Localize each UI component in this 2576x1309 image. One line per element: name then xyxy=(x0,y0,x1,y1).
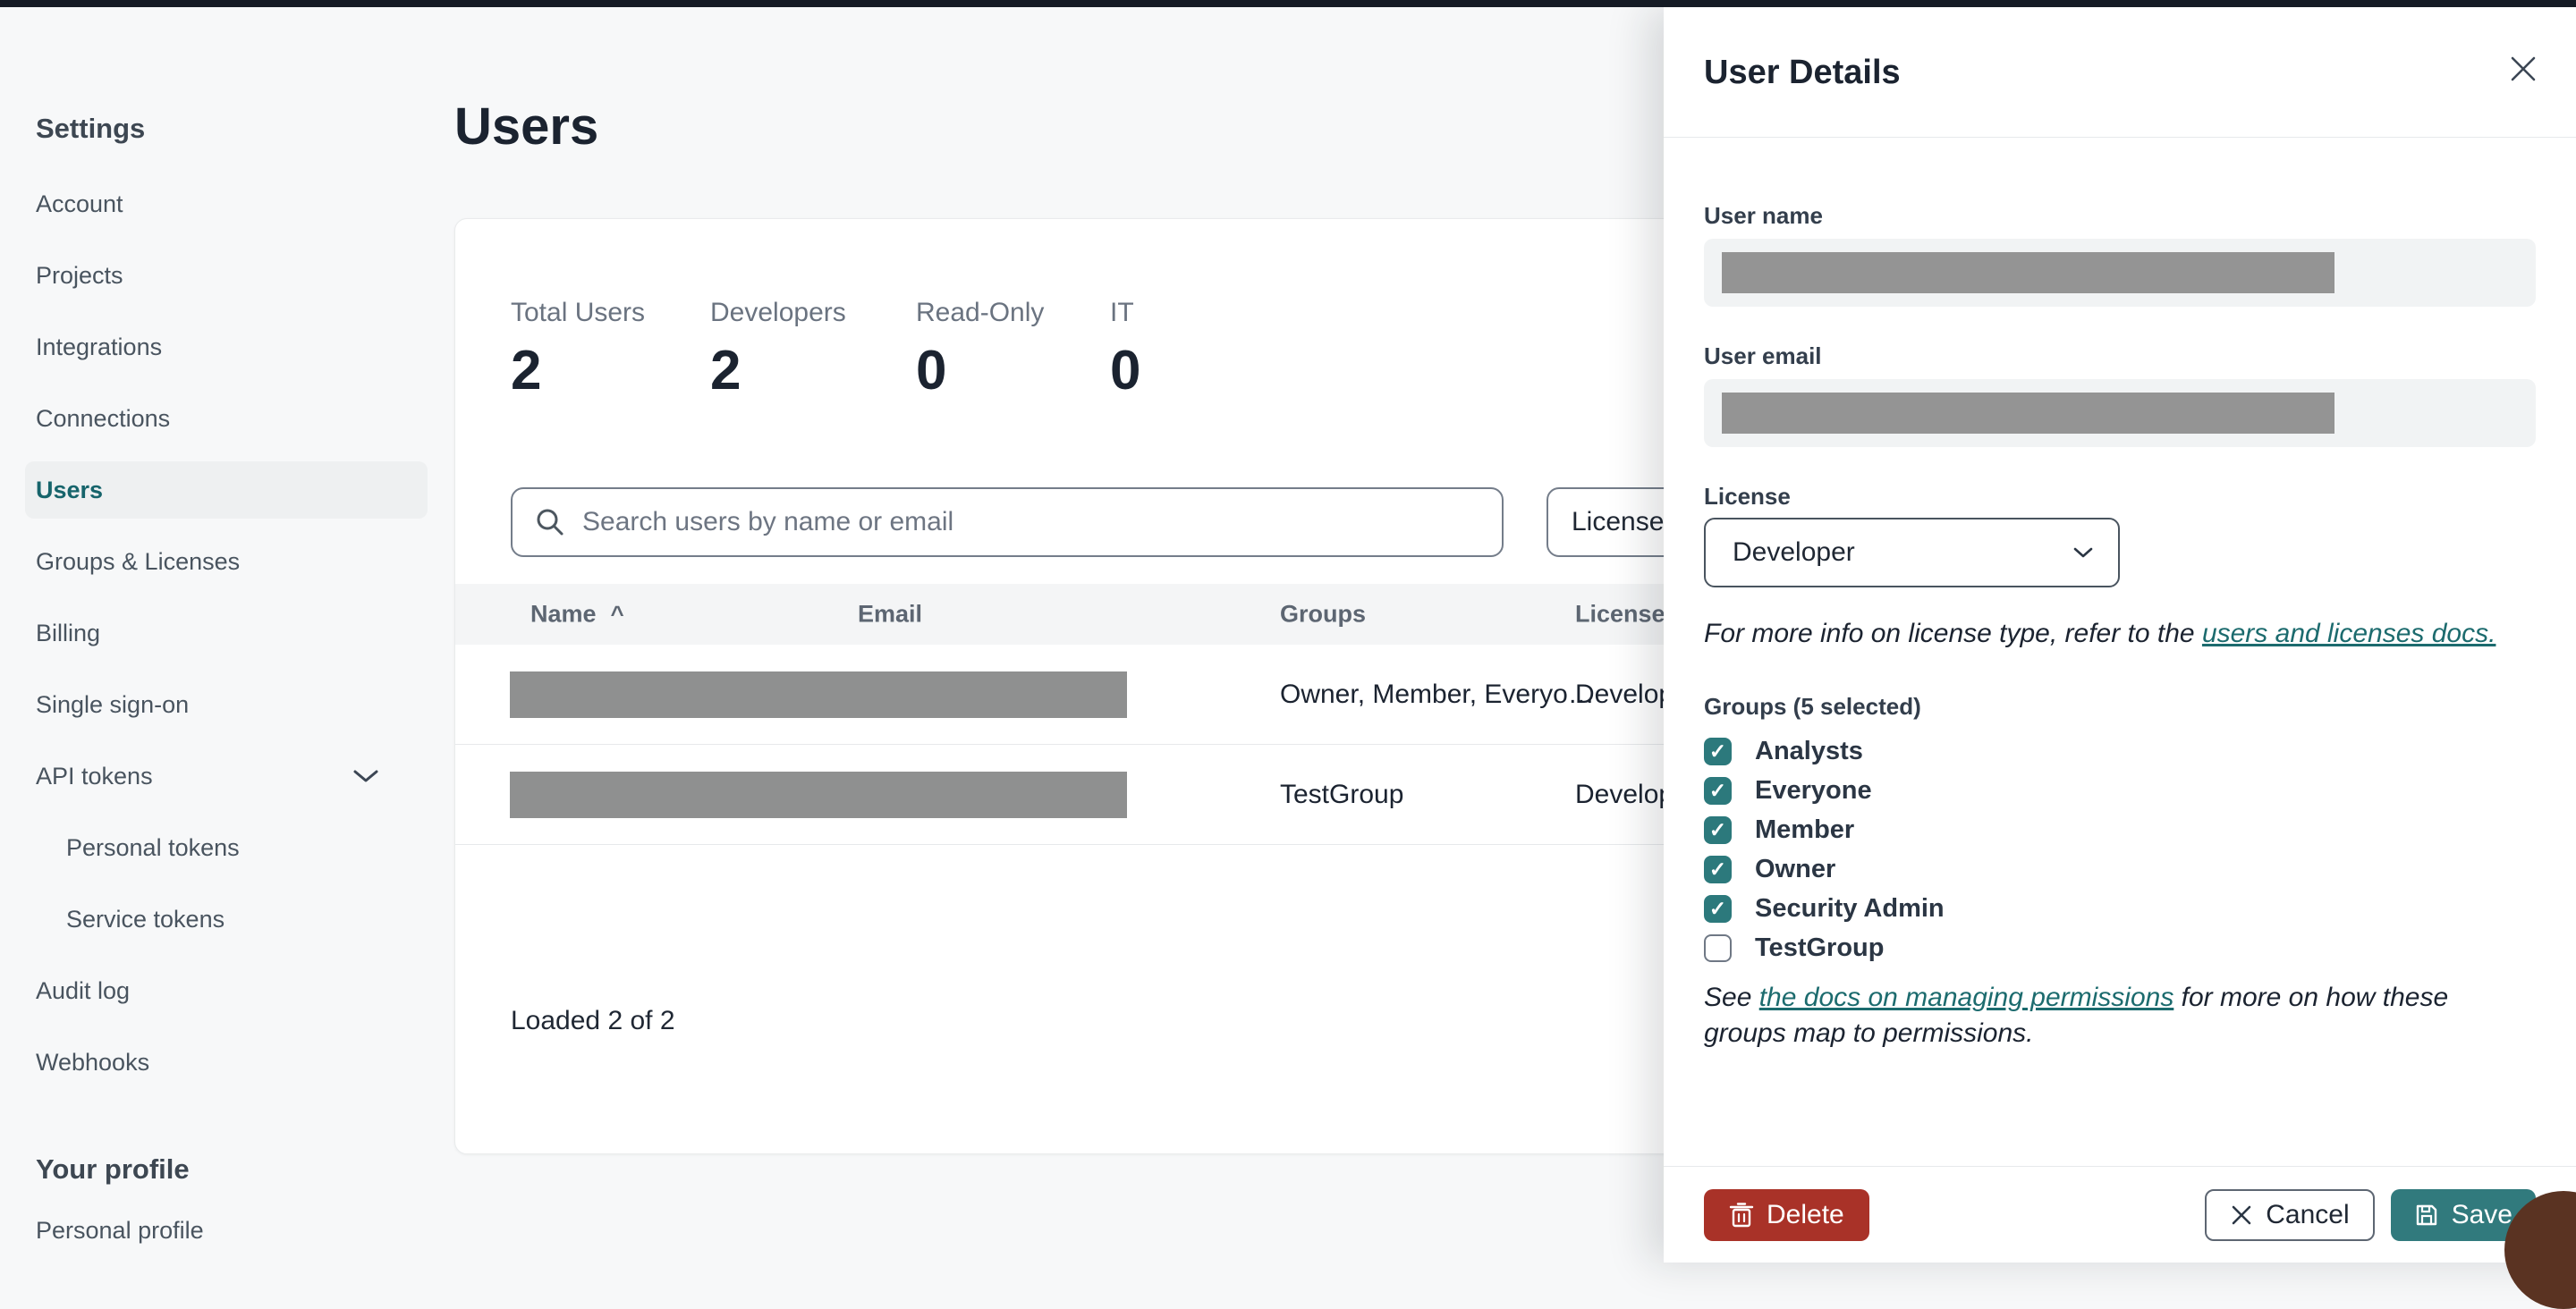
sidebar-item-webhooks[interactable]: Webhooks xyxy=(25,1026,428,1098)
stat-it: IT 0 xyxy=(1110,298,1141,401)
sidebar-profile-heading: Your profile xyxy=(36,1153,190,1185)
license-note: For more info on license type, refer to … xyxy=(1704,619,2496,648)
search-users-box xyxy=(511,487,1504,557)
panel-title: User Details xyxy=(1704,54,1901,91)
managing-permissions-docs-link[interactable]: the docs on managing permissions xyxy=(1759,983,2174,1012)
sidebar-item-billing[interactable]: Billing xyxy=(25,597,428,669)
sidebar-item-groups-licenses[interactable]: Groups & Licenses xyxy=(25,526,428,597)
checkbox[interactable]: ✓ xyxy=(1704,815,1732,844)
sidebar-item-personal-profile[interactable]: Personal profile xyxy=(25,1195,428,1266)
sort-asc-icon: ^ xyxy=(610,600,624,628)
user-name-field[interactable] xyxy=(1704,239,2536,307)
group-checkbox-analysts[interactable]: ✓ Analysts xyxy=(1704,731,2536,771)
group-checkbox-member[interactable]: ✓ Member xyxy=(1704,810,2536,849)
page-title: Users xyxy=(454,97,599,156)
license-label: License xyxy=(1704,483,1791,510)
column-header-name[interactable]: Name ^ xyxy=(530,601,624,629)
column-header-groups[interactable]: Groups xyxy=(1280,601,1366,629)
chevron-down-icon xyxy=(352,768,379,784)
sidebar-settings-heading: Settings xyxy=(36,113,146,144)
column-header-email[interactable]: Email xyxy=(858,601,922,629)
group-checkbox-list: ✓ Analysts ✓ Everyone ✓ Member ✓ Owner ✓… xyxy=(1704,731,2536,967)
user-email-field[interactable] xyxy=(1704,379,2536,447)
stat-total-users: Total Users 2 xyxy=(511,298,646,401)
save-icon xyxy=(2416,1204,2436,1225)
stat-developers: Developers 2 xyxy=(710,298,846,401)
column-header-license[interactable]: License xyxy=(1575,601,1665,629)
redacted-name-email xyxy=(510,671,1127,718)
permissions-note: See the docs on managing permissions for… xyxy=(1704,983,2449,1048)
load-status: Loaded 2 of 2 xyxy=(511,1006,675,1035)
search-users-input[interactable] xyxy=(582,507,1480,537)
row-groups-cell: TestGroup xyxy=(1280,779,1404,809)
sidebar-item-service-tokens[interactable]: Service tokens xyxy=(25,883,428,955)
checkbox[interactable]: ✓ xyxy=(1704,855,1732,883)
checkbox[interactable]: ✓ xyxy=(1704,776,1732,805)
sidebar-item-single-sign-on[interactable]: Single sign-on xyxy=(25,669,428,740)
sidebar-item-users[interactable]: Users xyxy=(25,461,428,519)
group-checkbox-testgroup[interactable]: ✓ TestGroup xyxy=(1704,928,2536,967)
check-icon: ✓ xyxy=(1708,857,1727,881)
sidebar-item-account[interactable]: Account xyxy=(25,168,428,240)
top-bar xyxy=(0,0,2576,7)
search-icon xyxy=(537,509,564,536)
check-icon: ✓ xyxy=(1708,817,1727,841)
users-licenses-docs-link[interactable]: users and licenses docs. xyxy=(2202,619,2496,648)
redacted-value xyxy=(1722,252,2334,293)
checkbox[interactable]: ✓ xyxy=(1704,894,1732,923)
users-card: Total Users 2 Developers 2 Read-Only 0 I… xyxy=(454,218,1850,1154)
trash-icon xyxy=(1729,1202,1754,1227)
panel-footer: Delete Cancel Save xyxy=(1664,1166,2576,1263)
user-name-label: User name xyxy=(1704,202,1823,229)
table-row[interactable]: TestGroup Developer xyxy=(455,745,1849,845)
check-icon: ✓ xyxy=(1708,739,1727,763)
sidebar-item-connections[interactable]: Connections xyxy=(25,383,428,454)
user-email-label: User email xyxy=(1704,342,1822,369)
sidebar-item-api-tokens[interactable]: API tokens xyxy=(25,740,428,812)
table-row[interactable]: Owner, Member, Everyo… Developer xyxy=(455,645,1849,745)
redacted-value xyxy=(1722,393,2334,434)
delete-button[interactable]: Delete xyxy=(1704,1188,1869,1241)
redacted-name-email xyxy=(510,772,1127,818)
close-icon[interactable] xyxy=(2508,54,2538,84)
stat-read-only: Read-Only 0 xyxy=(916,298,1045,401)
checkbox[interactable]: ✓ xyxy=(1704,737,1732,765)
groups-label: Groups (5 selected) xyxy=(1704,693,1921,720)
group-checkbox-owner[interactable]: ✓ Owner xyxy=(1704,849,2536,889)
panel-header: User Details xyxy=(1664,7,2576,138)
check-icon: ✓ xyxy=(1708,896,1727,920)
group-checkbox-everyone[interactable]: ✓ Everyone xyxy=(1704,771,2536,810)
checkbox[interactable]: ✓ xyxy=(1704,933,1732,962)
group-checkbox-security-admin[interactable]: ✓ Security Admin xyxy=(1704,889,2536,928)
check-icon: ✓ xyxy=(1708,778,1727,802)
chevron-down-icon xyxy=(2073,547,2093,558)
sidebar-item-audit-log[interactable]: Audit log xyxy=(25,955,428,1026)
sidebar-item-projects[interactable]: Projects xyxy=(25,240,428,311)
user-details-panel: User Details User name User email Licens… xyxy=(1664,7,2576,1263)
license-select[interactable]: Developer xyxy=(1704,518,2120,587)
panel-body: User name User email License Developer F… xyxy=(1664,202,2576,1051)
users-table-header: Name ^ Email Groups License xyxy=(455,584,1849,645)
settings-sidebar: Settings Account Projects Integrations C… xyxy=(25,7,428,1266)
row-groups-cell: Owner, Member, Everyo… xyxy=(1280,679,1595,709)
sidebar-item-personal-tokens[interactable]: Personal tokens xyxy=(25,812,428,883)
cancel-button[interactable]: Cancel xyxy=(2205,1188,2375,1241)
cancel-x-icon xyxy=(2232,1205,2251,1224)
sidebar-item-integrations[interactable]: Integrations xyxy=(25,311,428,383)
